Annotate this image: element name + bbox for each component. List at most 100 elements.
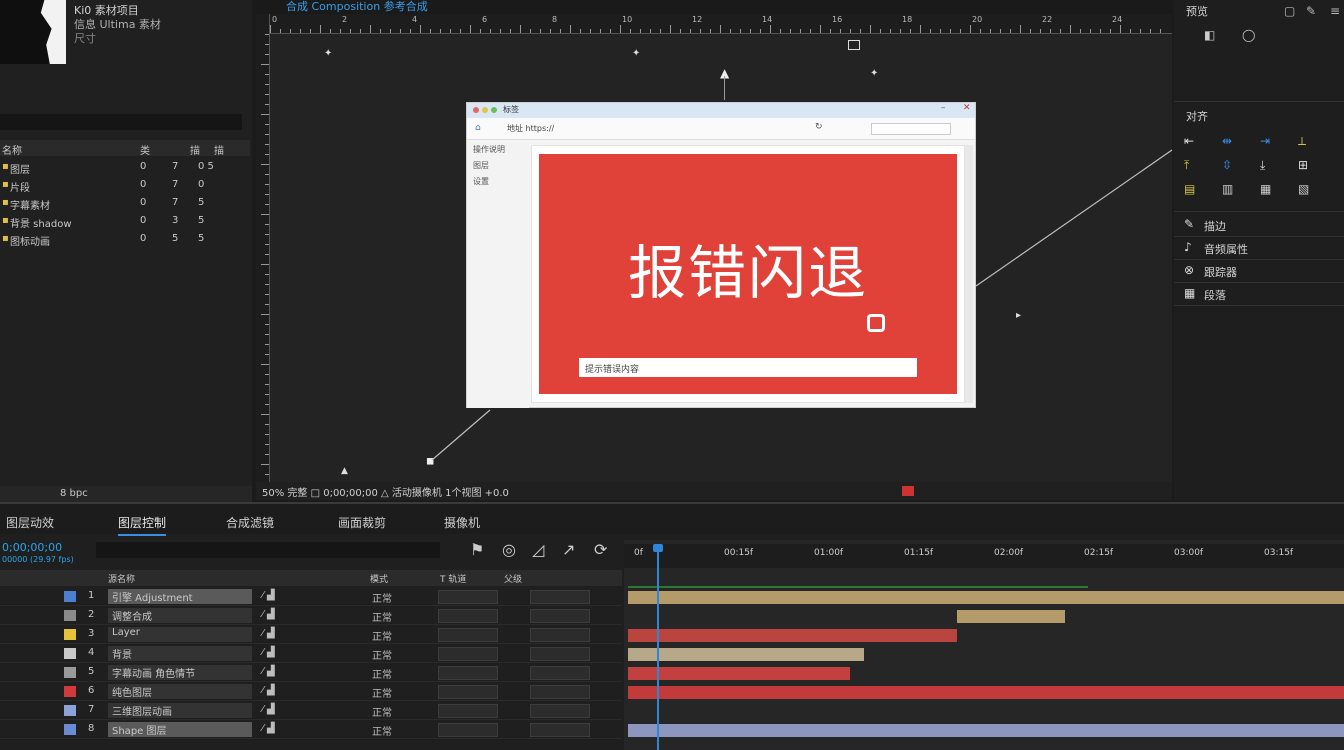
parent-select[interactable]: [530, 628, 590, 642]
header-parent[interactable]: 父级: [504, 572, 522, 585]
layer-name[interactable]: 背景: [108, 646, 252, 661]
track-area[interactable]: [624, 540, 1344, 750]
layer-name[interactable]: 纯色图层: [108, 684, 252, 699]
layer-color-swatch[interactable]: [64, 648, 76, 659]
layer-name[interactable]: 字幕动画 角色情节: [108, 665, 252, 680]
layer-duration-bar[interactable]: [628, 667, 850, 680]
layer-row[interactable]: 3 Layer ⁄ ▟ 正常: [0, 626, 622, 644]
layer-name[interactable]: 调整合成: [108, 608, 252, 623]
comp-flow-icon[interactable]: ⚑: [470, 540, 484, 559]
layer-mode[interactable]: 正常: [372, 723, 392, 738]
parent-select[interactable]: [530, 647, 590, 661]
layer-color-swatch[interactable]: [64, 724, 76, 735]
parent-select[interactable]: [530, 704, 590, 718]
layer-mode[interactable]: 正常: [372, 704, 392, 719]
track-matte-select[interactable]: [438, 704, 498, 718]
parent-select[interactable]: [530, 609, 590, 623]
align-button-icon[interactable]: ⇹: [1222, 134, 1232, 148]
align-button-icon[interactable]: ⇤: [1184, 134, 1194, 148]
layer-duration-bar[interactable]: [628, 648, 865, 661]
align-button-icon[interactable]: ⊞: [1298, 158, 1308, 172]
header-mode[interactable]: 模式: [370, 572, 388, 585]
layer-switch-icon[interactable]: ⁄ ▟: [262, 704, 275, 715]
parent-select[interactable]: [530, 590, 590, 604]
graph-editor-icon[interactable]: ↗: [562, 540, 575, 559]
layer-switch-icon[interactable]: ⁄ ▟: [262, 590, 275, 601]
timecode[interactable]: 0;00;00;00 00000 (29.97 fps): [2, 542, 74, 566]
camera-icon[interactable]: ◧: [1204, 28, 1215, 42]
layer-color-swatch[interactable]: [64, 705, 76, 716]
layer-row[interactable]: 1 引擎 Adjustment ⁄ ▟ 正常: [0, 588, 622, 606]
layer-mode[interactable]: 正常: [372, 647, 392, 662]
right-panel-item[interactable]: ✎ 描边: [1174, 214, 1344, 237]
live-update-icon[interactable]: ⟳: [594, 540, 607, 559]
track-matte-select[interactable]: [438, 685, 498, 699]
playhead[interactable]: [656, 544, 659, 750]
layer-row[interactable]: 6 纯色图层 ⁄ ▟ 正常: [0, 683, 622, 701]
header-source-name[interactable]: 源名称: [108, 572, 135, 585]
track-matte-select[interactable]: [438, 723, 498, 737]
viewer-controls[interactable]: 50% 完整 □ 0;00;00;00 △ 活动摄像机 1个视图 +0.0: [262, 484, 509, 499]
track-matte-select[interactable]: [438, 609, 498, 623]
work-area-bar[interactable]: [628, 586, 1088, 588]
layer-name[interactable]: Layer: [108, 627, 252, 642]
layer-name[interactable]: 引擎 Adjustment: [108, 589, 252, 604]
frame-blend-icon[interactable]: ◎: [502, 540, 516, 559]
restore-icon[interactable]: ▢: [1284, 4, 1295, 18]
layer-search-input[interactable]: [96, 542, 440, 558]
parent-select[interactable]: [530, 666, 590, 680]
right-panel-item[interactable]: ♪ 音频属性: [1174, 237, 1344, 260]
layer-mode[interactable]: 正常: [372, 609, 392, 624]
layer-switch-icon[interactable]: ⁄ ▟: [262, 647, 275, 658]
layer-mode[interactable]: 正常: [372, 590, 392, 605]
tab-0[interactable]: 图层动效: [6, 514, 54, 531]
motion-blur-icon[interactable]: ◿: [532, 540, 544, 559]
layer-switch-icon[interactable]: ⁄ ▟: [262, 666, 275, 677]
layer-duration-bar[interactable]: [628, 686, 1344, 699]
layer-row[interactable]: 2 调整合成 ⁄ ▟ 正常: [0, 607, 622, 625]
track-matte-select[interactable]: [438, 647, 498, 661]
layer-mode[interactable]: 正常: [372, 666, 392, 681]
align-button-icon[interactable]: ⤒: [1184, 158, 1189, 173]
menu-icon[interactable]: ≡: [1330, 4, 1340, 18]
layer-row[interactable]: 7 三维图层动画 ⁄ ▟ 正常: [0, 702, 622, 720]
layer-switch-icon[interactable]: ⁄ ▟: [262, 723, 275, 734]
track-matte-select[interactable]: [438, 628, 498, 642]
timecode-value[interactable]: 0;00;00;00: [2, 542, 74, 554]
parent-select[interactable]: [530, 723, 590, 737]
layer-color-swatch[interactable]: [64, 686, 76, 697]
circle-icon[interactable]: ◯: [1242, 28, 1255, 42]
edit-icon[interactable]: ✎: [1306, 4, 1316, 18]
track-matte-select[interactable]: [438, 590, 498, 604]
tab-2[interactable]: 合成滤镜: [226, 514, 274, 531]
layer-duration-bar[interactable]: [628, 591, 1344, 604]
right-panel-item[interactable]: ⊗ 跟踪器: [1174, 260, 1344, 283]
right-panel-item[interactable]: ▦ 段落: [1174, 283, 1344, 306]
align-button-icon[interactable]: ⇳: [1222, 158, 1232, 172]
align-button-icon[interactable]: ▦: [1260, 182, 1271, 196]
layer-duration-bar[interactable]: [628, 724, 1344, 737]
layer-color-swatch[interactable]: [64, 591, 76, 602]
layer-row[interactable]: 4 背景 ⁄ ▟ 正常: [0, 645, 622, 663]
layer-switch-icon[interactable]: ⁄ ▟: [262, 628, 275, 639]
tab-3[interactable]: 画面裁剪: [338, 514, 386, 531]
layer-mode[interactable]: 正常: [372, 685, 392, 700]
layer-duration-bar[interactable]: [957, 610, 1065, 623]
layer-switch-icon[interactable]: ⁄ ▟: [262, 609, 275, 620]
layer-name[interactable]: Shape 图层: [108, 722, 252, 737]
layer-row[interactable]: 5 字幕动画 角色情节 ⁄ ▟ 正常: [0, 664, 622, 682]
align-button-icon[interactable]: ⇥: [1260, 134, 1270, 148]
align-button-icon[interactable]: ⤓: [1260, 158, 1265, 173]
playhead-handle[interactable]: [652, 544, 663, 552]
color-swatch[interactable]: [902, 486, 914, 496]
tab-1[interactable]: 图层控制: [118, 514, 167, 536]
align-button-icon[interactable]: ⟂: [1298, 134, 1306, 149]
track-matte-select[interactable]: [438, 666, 498, 680]
layer-color-swatch[interactable]: [64, 610, 76, 621]
align-button-icon[interactable]: ▤: [1184, 182, 1195, 196]
layer-switch-icon[interactable]: ⁄ ▟: [262, 685, 275, 696]
layer-color-swatch[interactable]: [64, 629, 76, 640]
header-track[interactable]: T 轨道: [440, 572, 466, 585]
layer-color-swatch[interactable]: [64, 667, 76, 678]
layer-name[interactable]: 三维图层动画: [108, 703, 252, 718]
